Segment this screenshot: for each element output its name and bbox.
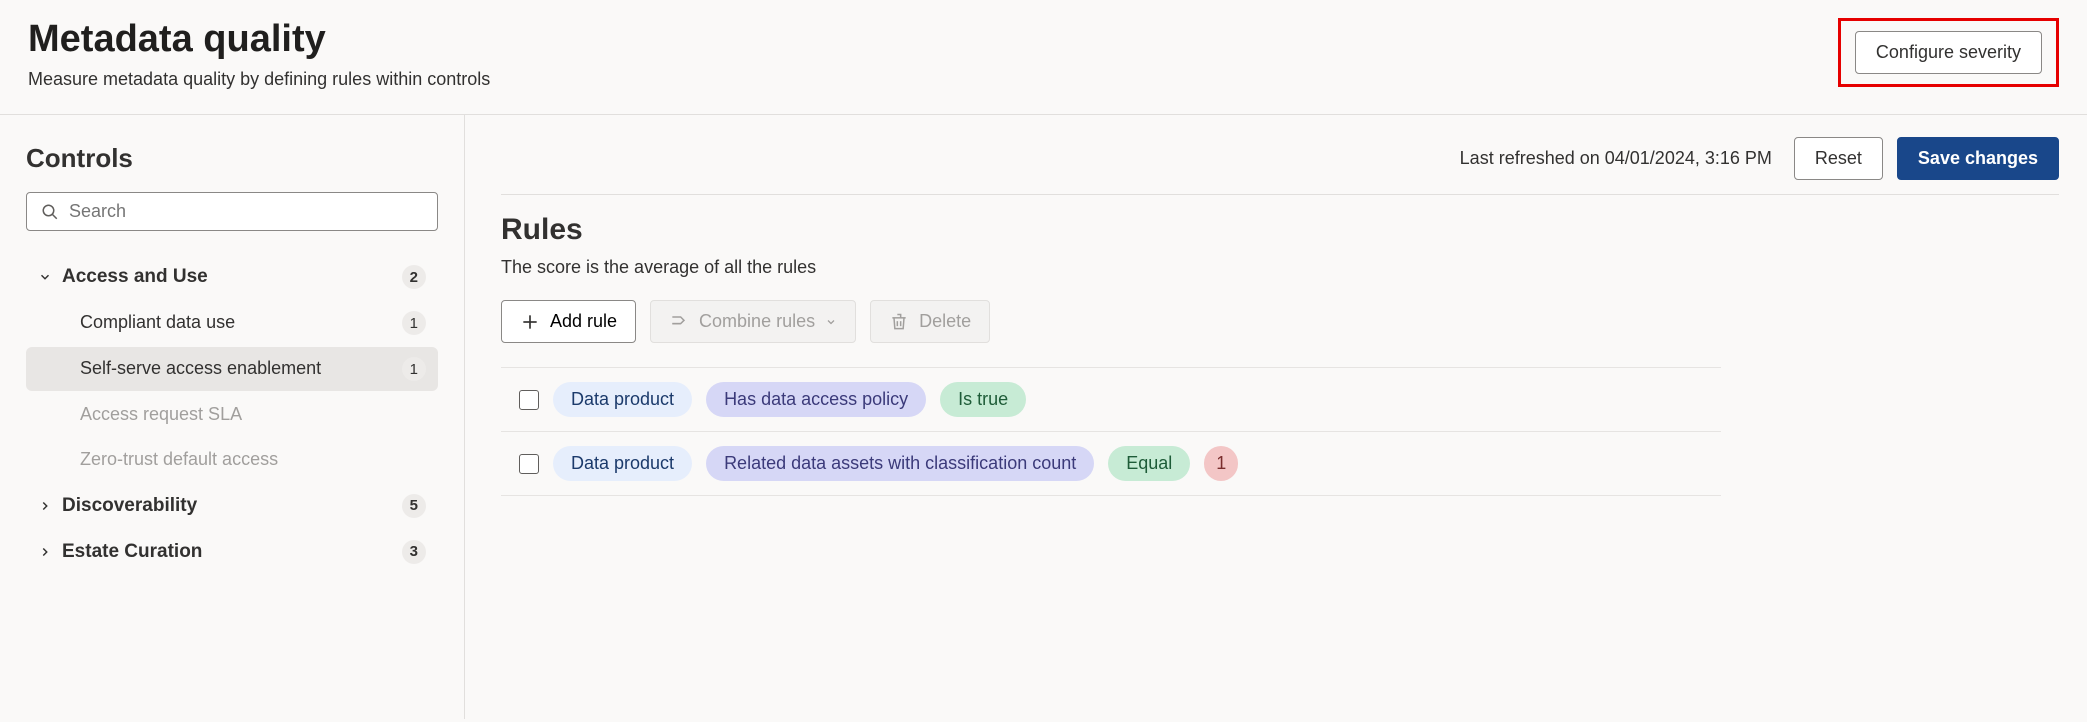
combine-icon [669,312,689,332]
tree-item-self-serve-access[interactable]: Self-serve access enablement 1 [26,347,438,391]
tree-group-label: Estate Curation [62,541,392,563]
plus-icon [520,312,540,332]
page-header: Metadata quality Measure metadata qualit… [0,0,2087,115]
search-icon [41,203,59,221]
rule-checkbox[interactable] [519,390,539,410]
chevron-right-icon [38,499,52,513]
save-changes-button[interactable]: Save changes [1897,137,2059,180]
chevron-down-icon [825,316,837,328]
rule-entity-pill: Data product [553,382,692,417]
rules-subtitle: The score is the average of all the rule… [501,257,2059,278]
chevron-right-icon [38,545,52,559]
tree-item-label: Self-serve access enablement [80,357,392,380]
count-badge: 2 [402,265,426,289]
tree-group-label: Access and Use [62,266,392,288]
reset-button[interactable]: Reset [1794,137,1883,180]
tree-item-label: Compliant data use [80,311,392,334]
page-subtitle: Measure metadata quality by defining rul… [28,69,490,90]
rule-value-pill: 1 [1204,446,1238,481]
rules-title: Rules [501,213,2059,247]
rule-checkbox[interactable] [519,454,539,474]
tree-item-zero-trust[interactable]: Zero-trust default access [26,438,438,481]
rule-operator-pill: Is true [940,382,1026,417]
controls-sidebar: Controls Access and Use 2 Compliant data… [0,115,465,719]
tree-group-estate-curation[interactable]: Estate Curation 3 [26,530,438,574]
rule-operator-pill: Equal [1108,446,1190,481]
tree-group-access-and-use[interactable]: Access and Use 2 [26,255,438,299]
tree-item-compliant-data-use[interactable]: Compliant data use 1 [26,301,438,345]
tree-item-access-request-sla[interactable]: Access request SLA [26,393,438,436]
count-badge: 1 [402,311,426,335]
page-title: Metadata quality [28,18,490,61]
tree-item-label: Zero-trust default access [80,448,426,471]
configure-severity-button[interactable]: Configure severity [1855,31,2042,74]
count-badge: 3 [402,540,426,564]
content-topbar: Last refreshed on 04/01/2024, 3:16 PM Re… [501,137,2059,195]
count-badge: 5 [402,494,426,518]
delete-button[interactable]: Delete [870,300,990,343]
rule-entity-pill: Data product [553,446,692,481]
configure-severity-highlight: Configure severity [1838,18,2059,87]
add-rule-button[interactable]: Add rule [501,300,636,343]
last-refreshed-text: Last refreshed on 04/01/2024, 3:16 PM [1460,148,1772,169]
controls-tree: Access and Use 2 Compliant data use 1 Se… [26,255,438,574]
rule-list: Data product Has data access policy Is t… [501,367,1721,496]
add-rule-label: Add rule [550,311,617,332]
rule-row[interactable]: Data product Has data access policy Is t… [501,367,1721,432]
sidebar-title: Controls [26,143,438,174]
rule-property-pill: Has data access policy [706,382,926,417]
rules-section: Rules The score is the average of all th… [501,195,2059,496]
rule-row[interactable]: Data product Related data assets with cl… [501,432,1721,496]
main-split: Controls Access and Use 2 Compliant data… [0,115,2087,719]
delete-label: Delete [919,311,971,332]
combine-rules-label: Combine rules [699,311,815,332]
combine-rules-button[interactable]: Combine rules [650,300,856,343]
chevron-down-icon [38,270,52,284]
page-title-block: Metadata quality Measure metadata qualit… [28,18,490,90]
trash-icon [889,312,909,332]
rules-toolbar: Add rule Combine rules Delete [501,300,2059,343]
search-field[interactable] [26,192,438,231]
search-input[interactable] [69,201,423,222]
count-badge: 1 [402,357,426,381]
rule-property-pill: Related data assets with classification … [706,446,1094,481]
tree-group-discoverability[interactable]: Discoverability 5 [26,484,438,528]
rules-pane: Last refreshed on 04/01/2024, 3:16 PM Re… [465,115,2087,719]
tree-group-label: Discoverability [62,495,392,517]
tree-item-label: Access request SLA [80,403,426,426]
